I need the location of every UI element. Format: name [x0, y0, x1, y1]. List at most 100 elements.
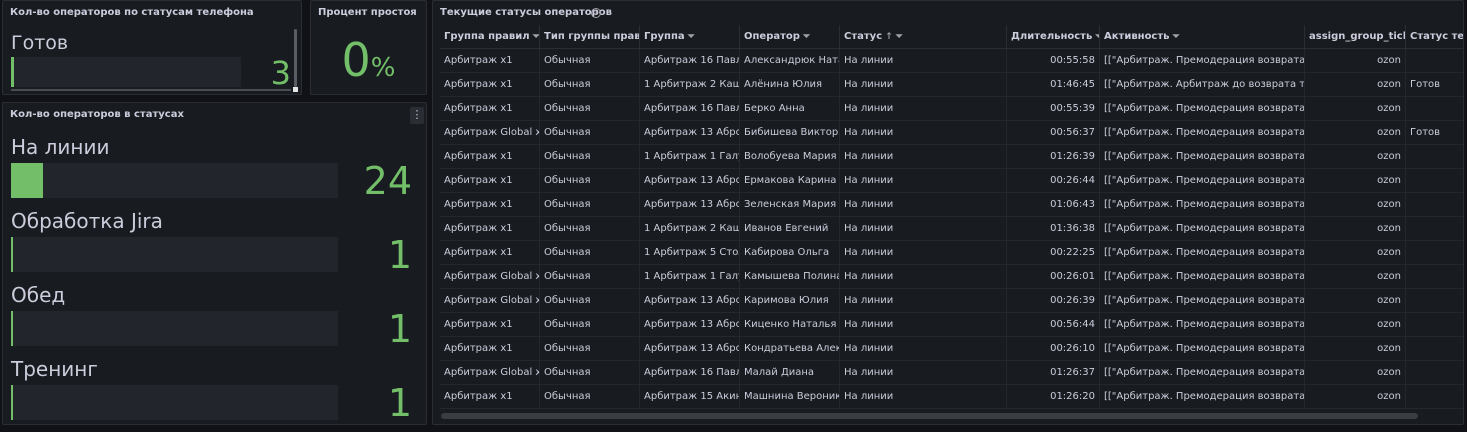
cell-group: Арбитраж 15 Акинина — [640, 385, 740, 408]
cell-phone-status — [1406, 241, 1463, 264]
cell-operator: Каримова Юлия — [740, 289, 840, 312]
table-row[interactable]: Арбитраж x1Обычная1 Арбитраж 2 КащееваАл… — [440, 73, 1463, 97]
cell-assign-group: ozon — [1305, 121, 1406, 144]
column-label: Статус теле — [1410, 31, 1463, 42]
cell-group-type: Обычная — [540, 361, 640, 384]
cell-duration: 00:26:39 — [1007, 289, 1100, 312]
table-row[interactable]: Арбитраж x1Обычная1 Арбитраж 2 КащееваИв… — [440, 217, 1463, 241]
phone-status-value: 3 — [270, 54, 291, 92]
table-header-col-group-type[interactable]: Тип группы прав⏷ — [540, 25, 640, 49]
table-row[interactable]: Арбитраж Global x1 Обычная 1 Арбитраж 1 Га… — [440, 265, 1463, 289]
cell-status: На линии — [840, 385, 1007, 408]
cell-phone-status — [1406, 361, 1463, 384]
table-header-col-activity[interactable]: Активность ⏷ — [1100, 25, 1305, 49]
cell-operator: Волобуева Мария — [740, 145, 840, 168]
cell-duration: 00:56:37 — [1007, 121, 1100, 144]
cell-group: Арбитраж 16 Павлова — [640, 361, 740, 384]
table-row[interactable]: Арбитраж Global x1 Обычная Арбитраж 13 Абр… — [440, 121, 1463, 145]
cell-activity: [["Арбитраж. Премодерация возврата Ozon — [1100, 217, 1305, 240]
table-row[interactable]: Арбитраж x1ОбычнаяАрбитраж 15 АкининаМаш… — [440, 385, 1463, 409]
filter-icon[interactable]: ⏷ — [896, 25, 903, 49]
filter-icon[interactable]: ⏷ — [533, 25, 539, 49]
cell-phone-status — [1406, 49, 1463, 72]
table-row[interactable]: Арбитраж Global x1 Обычная Арбитраж 16 Пав… — [440, 361, 1463, 385]
column-label: Тип группы прав — [544, 31, 640, 42]
table-row[interactable]: Арбитраж x1ОбычнаяАрбитраж 13 АбророваКи… — [440, 313, 1463, 337]
cell-activity: [["Арбитраж. Премодерация возврата Ozon — [1100, 313, 1305, 336]
vertical-scrollbar[interactable] — [294, 29, 297, 87]
table-header-col-duration[interactable]: Длительность⏷ — [1007, 25, 1100, 49]
cell-assign-group: ozon — [1305, 49, 1406, 72]
cell-phone-status — [1406, 169, 1463, 192]
table-header-col-status[interactable]: Статус ↑ ⏷ — [840, 25, 1007, 49]
cell-group-type: Обычная — [540, 145, 640, 168]
cell-group: Арбитраж 13 Абророва — [640, 289, 740, 312]
cell-rule-group: Арбитраж x1 — [440, 73, 540, 96]
resize-handle[interactable] — [293, 87, 298, 92]
cell-rule-group: Арбитраж x1 — [440, 97, 540, 120]
panel-menu-icon[interactable]: ⋮ — [410, 107, 424, 124]
table-row[interactable]: Арбитраж Global x1 Обычная Арбитраж 13 Абр… — [440, 289, 1463, 313]
table-row[interactable]: Арбитраж x1Обычная1 Арбитраж 1 ГалушкоВо… — [440, 145, 1463, 169]
cell-rule-group: Арбитраж Global x1 — [440, 361, 540, 384]
status-count: 1 — [387, 307, 412, 351]
cell-assign-group: ozon — [1305, 193, 1406, 216]
phone-status-bar-fill — [11, 57, 14, 87]
status-count: 1 — [387, 233, 412, 277]
cell-phone-status — [1406, 313, 1463, 336]
horizontal-scrollbar[interactable] — [441, 413, 1418, 419]
table-row[interactable]: Арбитраж x1ОбычнаяАрбитраж 16 ПавловаБер… — [440, 97, 1463, 121]
cell-group: 1 Арбитраж 1 Галушко — [640, 145, 740, 168]
cell-group-type: Обычная — [540, 313, 640, 336]
cell-group-type: Обычная — [540, 169, 640, 192]
cell-activity: [["Арбитраж. Премодерация возврата Ozon — [1100, 97, 1305, 120]
cell-operator: Берко Анна — [740, 97, 840, 120]
status-bar — [11, 163, 338, 198]
table-row[interactable]: Арбитраж x1ОбычнаяАрбитраж 16 ПавловаАле… — [440, 49, 1463, 73]
status-row: На линии 24 — [11, 135, 416, 205]
cell-duration: 01:26:20 — [1007, 385, 1100, 408]
idle-percent-stat: 0% — [311, 33, 426, 87]
table-row[interactable]: Арбитраж x1Обычная1 Арбитраж 5 Столповск… — [440, 241, 1463, 265]
cell-assign-group: ozon — [1305, 217, 1406, 240]
cell-operator: Малай Диана — [740, 361, 840, 384]
table-row[interactable]: Арбитраж x1ОбычнаяАрбитраж 13 АбророваЗе… — [440, 193, 1463, 217]
cell-status: На линии — [840, 193, 1007, 216]
cell-status: На линии — [840, 121, 1007, 144]
cell-assign-group: ozon — [1305, 241, 1406, 264]
cell-status: На линии — [840, 169, 1007, 192]
filter-icon[interactable]: ⏷ — [688, 25, 695, 49]
horizontal-scrollbar[interactable] — [11, 89, 291, 91]
cell-activity: [["Арбитраж. Премодерация возврата Ozon — [1100, 121, 1305, 144]
operators-by-status-panel: Кол-во операторов в статусах ⋮ На линии 2… — [2, 102, 427, 425]
cell-group: Арбитраж 13 Абророва — [640, 169, 740, 192]
cell-duration: 01:36:38 — [1007, 217, 1100, 240]
cell-duration: 00:26:01 — [1007, 265, 1100, 288]
cell-rule-group: Арбитраж x1 — [440, 385, 540, 408]
cell-operator: Бибишева Виктория — [740, 121, 840, 144]
table-header-col-phone-status[interactable]: Статус теле — [1406, 25, 1463, 49]
table-header-col-operator[interactable]: Оператор ⏷ — [740, 25, 840, 49]
cell-phone-status: Готов — [1406, 121, 1463, 144]
filter-icon[interactable]: ⏷ — [1172, 25, 1179, 49]
cell-group-type: Обычная — [540, 121, 640, 144]
info-icon[interactable]: i — [591, 8, 601, 18]
filter-icon[interactable]: ⏷ — [803, 25, 810, 49]
cell-rule-group: Арбитраж x1 — [440, 193, 540, 216]
cell-group: Арбитраж 16 Павлова — [640, 49, 740, 72]
status-count: 1 — [387, 381, 412, 425]
cell-rule-group: Арбитраж x1 — [440, 337, 540, 360]
table-row[interactable]: Арбитраж x1ОбычнаяАрбитраж 13 АбророваКо… — [440, 337, 1463, 361]
idle-percent-panel: Процент простоя 0% — [310, 0, 427, 95]
cell-group-type: Обычная — [540, 193, 640, 216]
cell-group-type: Обычная — [540, 265, 640, 288]
table-header-col-group[interactable]: Группа ⏷ — [640, 25, 740, 49]
table-header-col-assign-group[interactable]: assign_group_ticl⏷ — [1305, 25, 1406, 49]
table-row[interactable]: Арбитраж x1ОбычнаяАрбитраж 13 АбророваЕр… — [440, 169, 1463, 193]
cell-duration: 00:56:44 — [1007, 313, 1100, 336]
cell-rule-group: Арбитраж Global x1 — [440, 265, 540, 288]
cell-group-type: Обычная — [540, 385, 640, 408]
sort-asc-icon[interactable]: ↑ — [885, 25, 893, 49]
table-header-col-rule-group[interactable]: Группа правил ⏷ — [440, 25, 540, 49]
table-header: Группа правил⏷Тип группы прав⏷Группа⏷Опе… — [440, 25, 1463, 49]
